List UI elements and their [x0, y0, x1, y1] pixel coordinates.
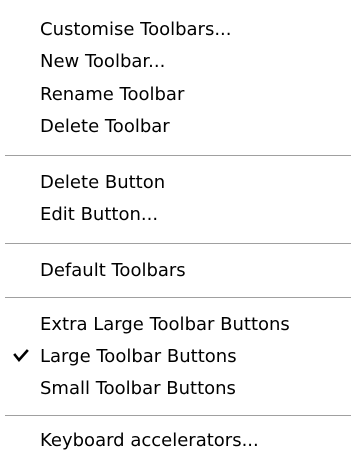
menu-item-customise-toolbars[interactable]: Customise Toolbars... [0, 15, 351, 46]
menu-item-keyboard-accelerators[interactable]: Keyboard accelerators... [0, 426, 351, 454]
menu-item-edit-button[interactable]: Edit Button... [0, 200, 351, 231]
menu-item-label: Large Toolbar Buttons [40, 346, 237, 367]
menu-item-label: Keyboard accelerators... [40, 430, 259, 451]
menu-item-large-toolbar-buttons[interactable]: Large Toolbar Buttons [0, 342, 351, 373]
menu-item-label: New Toolbar... [40, 51, 166, 72]
menu-item-label: Delete Toolbar [40, 116, 170, 137]
checkmark-icon [13, 349, 29, 363]
menu-item-label: Extra Large Toolbar Buttons [40, 314, 290, 335]
menu-item-default-toolbars[interactable]: Default Toolbars [0, 256, 351, 287]
menu-separator [5, 297, 351, 299]
context-menu: Customise Toolbars... New Toolbar... Ren… [0, 0, 351, 454]
menu-item-rename-toolbar[interactable]: Rename Toolbar [0, 80, 351, 111]
menu-item-label: Rename Toolbar [40, 84, 185, 105]
menu-item-label: Customise Toolbars... [40, 19, 232, 40]
menu-item-delete-button[interactable]: Delete Button [0, 168, 351, 199]
menu-separator [5, 415, 351, 417]
menu-separator [5, 243, 351, 245]
menu-item-extra-large-toolbar-buttons[interactable]: Extra Large Toolbar Buttons [0, 310, 351, 341]
menu-item-label: Edit Button... [40, 204, 159, 225]
menu-separator [5, 155, 351, 157]
menu-item-label: Delete Button [40, 172, 166, 193]
menu-item-label: Default Toolbars [40, 260, 186, 281]
menu-item-small-toolbar-buttons[interactable]: Small Toolbar Buttons [0, 374, 351, 405]
menu-item-delete-toolbar[interactable]: Delete Toolbar [0, 112, 351, 143]
menu-item-label: Small Toolbar Buttons [40, 378, 236, 399]
menu-item-new-toolbar[interactable]: New Toolbar... [0, 47, 351, 78]
